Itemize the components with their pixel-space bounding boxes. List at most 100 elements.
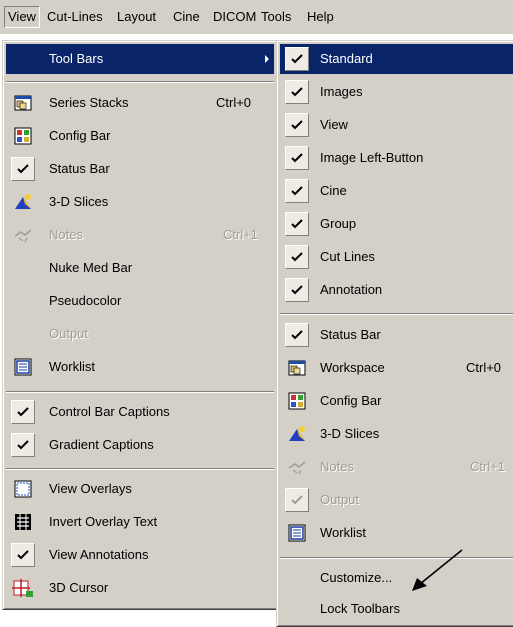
menu-item-3d-slices[interactable]: 3-D Slices [6, 187, 274, 217]
shortcut-label: Ctrl+1 [470, 459, 506, 474]
notes-icon [285, 455, 309, 479]
menu-separator [6, 468, 274, 470]
menu-cut-lines[interactable]: Cut-Lines [44, 7, 106, 27]
menu-item-label: 3-D Slices [49, 194, 109, 209]
menu-item-label: Tool Bars [49, 51, 104, 66]
menu-item-label: Output [320, 492, 360, 507]
menu-item-view-annotations[interactable]: View Annotations [6, 540, 274, 570]
menu-dicom[interactable]: DICOM [210, 7, 259, 27]
menu-item-pseudocolor[interactable]: Pseudocolor [6, 286, 274, 316]
menu-item-label: View Overlays [49, 481, 132, 496]
menu-item-label: Lock Toolbars [320, 601, 400, 616]
menu-item-output[interactable]: Output [6, 319, 274, 349]
menu-item-control-bar-captions[interactable]: Control Bar Captions [6, 397, 274, 427]
invert-overlay-text-icon [11, 510, 35, 534]
menu-item-label: Status Bar [49, 161, 110, 176]
menu-item-3d-slices[interactable]: 3-D Slices [280, 419, 513, 449]
checkmark-icon [285, 179, 309, 203]
menu-item-nuke-med-bar[interactable]: Nuke Med Bar [6, 253, 274, 283]
submenu-arrow-icon [264, 44, 270, 85]
view-overlays-icon [11, 477, 35, 501]
menu-item-status-bar[interactable]: Status Bar [6, 154, 274, 184]
worklist-icon [11, 355, 35, 379]
shortcut-label: Ctrl+0 [216, 95, 252, 110]
menu-item-label: Gradient Captions [49, 437, 154, 452]
menu-item-label: Worklist [49, 359, 95, 374]
menu-separator [280, 313, 513, 315]
menu-separator [6, 391, 274, 393]
checkmark-icon [285, 212, 309, 236]
menu-item-view[interactable]: View [280, 110, 513, 140]
menu-item-config-bar[interactable]: Config Bar [6, 121, 274, 151]
menu-item-workspace[interactable]: Workspace Ctrl+0 [280, 353, 513, 383]
menu-item-images[interactable]: Images [280, 77, 513, 107]
menu-item-cine[interactable]: Cine [280, 176, 513, 206]
config-bar-icon [11, 124, 35, 148]
menu-item-config-bar[interactable]: Config Bar [280, 386, 513, 416]
worklist-icon [285, 521, 309, 545]
menu-item-label: Config Bar [320, 393, 382, 408]
checkmark-icon [11, 543, 35, 567]
menu-item-label: 3D Cursor [49, 580, 109, 595]
menu-item-label: Notes [49, 227, 83, 242]
menu-tools[interactable]: Tools [258, 7, 294, 27]
menu-item-customize[interactable]: Customize... [280, 563, 513, 593]
menu-item-3d-cursor[interactable]: 3D Cursor [6, 573, 274, 603]
menu-item-label: Config Bar [49, 128, 111, 143]
menu-item-label: Control Bar Captions [49, 404, 170, 419]
menu-item-label: Images [320, 84, 363, 99]
checkmark-icon [11, 157, 35, 181]
menu-item-output[interactable]: Output [280, 485, 513, 515]
menu-item-status-bar[interactable]: Status Bar [280, 320, 513, 350]
workspace-icon [285, 356, 309, 380]
menu-item-invert-overlay-text[interactable]: Invert Overlay Text [6, 507, 274, 537]
menu-item-standard[interactable]: Standard [280, 44, 513, 74]
menu-item-view-overlays[interactable]: View Overlays [6, 474, 274, 504]
3d-cursor-icon [11, 576, 35, 600]
checkmark-icon [285, 80, 309, 104]
3d-slices-icon [11, 190, 35, 214]
menu-item-annotation[interactable]: Annotation [280, 275, 513, 305]
menu-item-label: Series Stacks [49, 95, 129, 110]
menu-separator [280, 557, 513, 559]
series-stacks-icon [11, 91, 35, 115]
menu-item-cut-lines[interactable]: Cut Lines [280, 242, 513, 272]
menu-item-label: Cine [320, 183, 347, 198]
menu-item-worklist[interactable]: Worklist [6, 352, 274, 382]
menu-item-label: Status Bar [320, 327, 381, 342]
menu-item-gradient-captions[interactable]: Gradient Captions [6, 430, 274, 460]
menu-item-label: Invert Overlay Text [49, 514, 158, 529]
menu-item-lock-toolbars[interactable]: Lock Toolbars [280, 594, 513, 624]
shortcut-label: Ctrl+0 [466, 360, 502, 375]
checkmark-icon [285, 278, 309, 302]
menu-item-label: Group [320, 216, 357, 231]
checkmark-icon [285, 113, 309, 137]
menu-item-label: 3-D Slices [320, 426, 380, 441]
menu-item-label: Output [49, 326, 89, 341]
checkmark-icon [11, 433, 35, 457]
menu-item-worklist[interactable]: Worklist [280, 518, 513, 548]
menu-item-notes[interactable]: Notes Ctrl+1 [6, 220, 274, 250]
annotation-arrow-icon [412, 549, 463, 591]
shortcut-label: Ctrl+1 [223, 227, 259, 242]
menu-item-label: Nuke Med Bar [49, 260, 133, 275]
checkmark-icon [285, 245, 309, 269]
menu-item-notes[interactable]: Notes Ctrl+1 [280, 452, 513, 482]
menu-item-label: Worklist [320, 525, 366, 540]
config-bar-icon [285, 389, 309, 413]
menu-cine[interactable]: Cine [170, 7, 203, 27]
menu-item-tool-bars[interactable]: Tool Bars [6, 44, 274, 74]
menu-item-label: Standard [320, 51, 373, 66]
menu-help[interactable]: Help [304, 7, 337, 27]
menu-bar: View Cut-Lines Layout Cine DICOM Tools H… [0, 0, 513, 34]
toolbars-submenu: Standard Images View Image Left-Button C… [276, 40, 513, 627]
menu-item-image-left-button[interactable]: Image Left-Button [280, 143, 513, 173]
menu-item-series-stacks[interactable]: Series Stacks Ctrl+0 [6, 88, 274, 118]
menu-layout[interactable]: Layout [114, 7, 159, 27]
menu-item-label: Cut Lines [320, 249, 375, 264]
menu-item-label: Pseudocolor [49, 293, 122, 308]
menu-view[interactable]: View [4, 6, 40, 28]
view-menu: Tool Bars Series Stacks Ctrl+0 Config Ba… [2, 40, 278, 610]
menu-item-group[interactable]: Group [280, 209, 513, 239]
notes-icon [11, 223, 35, 247]
